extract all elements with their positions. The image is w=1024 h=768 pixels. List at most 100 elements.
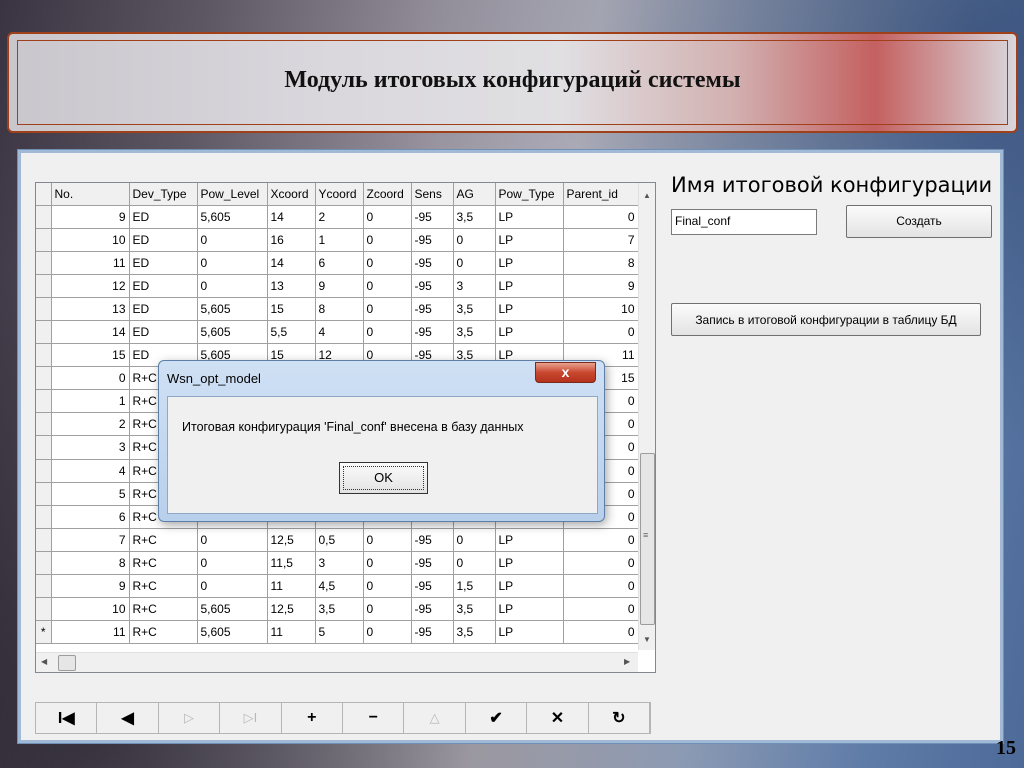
cell-no[interactable]: 15 [51, 343, 130, 368]
cell-pow[interactable]: 5,605 [197, 205, 268, 229]
cell-parent[interactable]: 0 [563, 205, 639, 229]
cell-sens[interactable]: -95 [411, 620, 454, 645]
cell-no[interactable]: 7 [51, 528, 130, 552]
cell-ag[interactable]: 3 [453, 274, 496, 298]
cell-ptype[interactable]: LP [495, 297, 564, 321]
table-row[interactable]: 10 R+C 5,605 12,5 3,5 0 -95 3,5 LP 0 [36, 597, 639, 622]
cell-z[interactable]: 0 [363, 528, 412, 552]
row-indicator[interactable] [36, 435, 52, 460]
cell-ptype[interactable]: LP [495, 597, 564, 622]
table-row[interactable]: 7 R+C 0 12,5 0,5 0 -95 0 LP 0 [36, 528, 639, 552]
horizontal-scroll-thumb[interactable] [58, 655, 76, 671]
cell-pow[interactable]: 5,605 [197, 297, 268, 321]
cell-z[interactable]: 0 [363, 574, 412, 599]
cell-parent[interactable]: 8 [563, 251, 639, 275]
cell-no[interactable]: 9 [51, 574, 130, 599]
cell-dev[interactable]: ED [129, 205, 198, 229]
cell-sens[interactable]: -95 [411, 228, 454, 252]
cell-sens[interactable]: -95 [411, 574, 454, 599]
table-row[interactable]: 12 ED 0 13 9 0 -95 3 LP 9 [36, 274, 639, 298]
cell-no[interactable]: 11 [51, 251, 130, 275]
row-indicator[interactable] [36, 505, 52, 529]
scroll-down-icon[interactable]: ▼ [643, 635, 651, 644]
cell-ptype[interactable]: LP [495, 620, 564, 645]
cell-no[interactable]: 0 [51, 366, 130, 391]
cell-z[interactable]: 0 [363, 251, 412, 275]
cell-no[interactable]: 3 [51, 435, 130, 460]
cell-parent[interactable]: 0 [563, 320, 639, 345]
cell-no[interactable]: 10 [51, 597, 130, 622]
row-indicator[interactable] [36, 528, 52, 552]
row-indicator[interactable] [36, 251, 52, 275]
cell-parent[interactable]: 0 [563, 597, 639, 622]
cell-x[interactable]: 14 [267, 251, 316, 275]
column-header[interactable]: Dev_Type [129, 183, 198, 206]
cell-ag[interactable]: 0 [453, 228, 496, 252]
nav-prior-button[interactable]: ◀ [97, 703, 159, 733]
cell-z[interactable]: 0 [363, 274, 412, 298]
ok-button[interactable]: OK [339, 462, 428, 494]
cell-y[interactable]: 6 [315, 251, 364, 275]
cell-ag[interactable]: 0 [453, 551, 496, 576]
row-indicator[interactable] [36, 343, 52, 368]
row-indicator[interactable] [36, 205, 52, 229]
column-header[interactable]: Sens [411, 183, 454, 206]
cell-x[interactable]: 5,5 [267, 320, 316, 345]
cell-parent[interactable]: 7 [563, 228, 639, 252]
cell-ptype[interactable]: LP [495, 274, 564, 298]
cell-y[interactable]: 4 [315, 320, 364, 345]
cell-parent[interactable]: 0 [563, 528, 639, 552]
cell-dev[interactable]: ED [129, 228, 198, 252]
row-indicator[interactable] [36, 228, 52, 252]
column-header[interactable]: AG [453, 183, 496, 206]
cell-parent[interactable]: 9 [563, 274, 639, 298]
cell-sens[interactable]: -95 [411, 320, 454, 345]
config-name-input[interactable]: Final_conf [671, 209, 817, 235]
nav-post-button[interactable]: ✔ [466, 703, 528, 733]
close-icon[interactable]: x [535, 362, 596, 383]
cell-y[interactable]: 8 [315, 297, 364, 321]
nav-refresh-button[interactable]: ↻ [589, 703, 651, 733]
row-indicator[interactable]: * [36, 620, 52, 645]
cell-ptype[interactable]: LP [495, 528, 564, 552]
cell-pow[interactable]: 0 [197, 574, 268, 599]
nav-last-button[interactable]: ▷I [220, 703, 282, 733]
row-indicator[interactable] [36, 459, 52, 483]
cell-no[interactable]: 11 [51, 620, 130, 645]
vertical-scroll-thumb[interactable]: ≡ [640, 453, 655, 625]
cell-ag[interactable]: 3,5 [453, 320, 496, 345]
cell-pow[interactable]: 0 [197, 551, 268, 576]
cell-z[interactable]: 0 [363, 620, 412, 645]
cell-pow[interactable]: 0 [197, 228, 268, 252]
column-header[interactable]: Pow_Level [197, 183, 268, 206]
cell-dev[interactable]: R+C [129, 597, 198, 622]
nav-cancel-button[interactable]: ✕ [527, 703, 589, 733]
row-indicator[interactable] [36, 389, 52, 414]
cell-ptype[interactable]: LP [495, 574, 564, 599]
nav-delete-button[interactable]: − [343, 703, 405, 733]
column-header[interactable]: Ycoord [315, 183, 364, 206]
cell-y[interactable]: 3 [315, 551, 364, 576]
cell-z[interactable]: 0 [363, 297, 412, 321]
cell-parent[interactable]: 0 [563, 620, 639, 645]
cell-dev[interactable]: ED [129, 297, 198, 321]
cell-no[interactable]: 6 [51, 505, 130, 529]
row-indicator[interactable] [36, 366, 52, 391]
column-header[interactable]: Zcoord [363, 183, 412, 206]
cell-no[interactable]: 8 [51, 551, 130, 576]
cell-no[interactable]: 5 [51, 482, 130, 506]
cell-y[interactable]: 2 [315, 205, 364, 229]
cell-no[interactable]: 4 [51, 459, 130, 483]
cell-y[interactable]: 4,5 [315, 574, 364, 599]
cell-no[interactable]: 1 [51, 389, 130, 414]
cell-parent[interactable]: 0 [563, 574, 639, 599]
cell-x[interactable]: 11 [267, 620, 316, 645]
cell-z[interactable]: 0 [363, 228, 412, 252]
cell-ag[interactable]: 3,5 [453, 297, 496, 321]
row-indicator[interactable] [36, 551, 52, 576]
cell-no[interactable]: 2 [51, 412, 130, 437]
table-row[interactable]: 8 R+C 0 11,5 3 0 -95 0 LP 0 [36, 551, 639, 576]
cell-pow[interactable]: 5,605 [197, 320, 268, 345]
cell-x[interactable]: 13 [267, 274, 316, 298]
row-indicator[interactable] [36, 297, 52, 321]
